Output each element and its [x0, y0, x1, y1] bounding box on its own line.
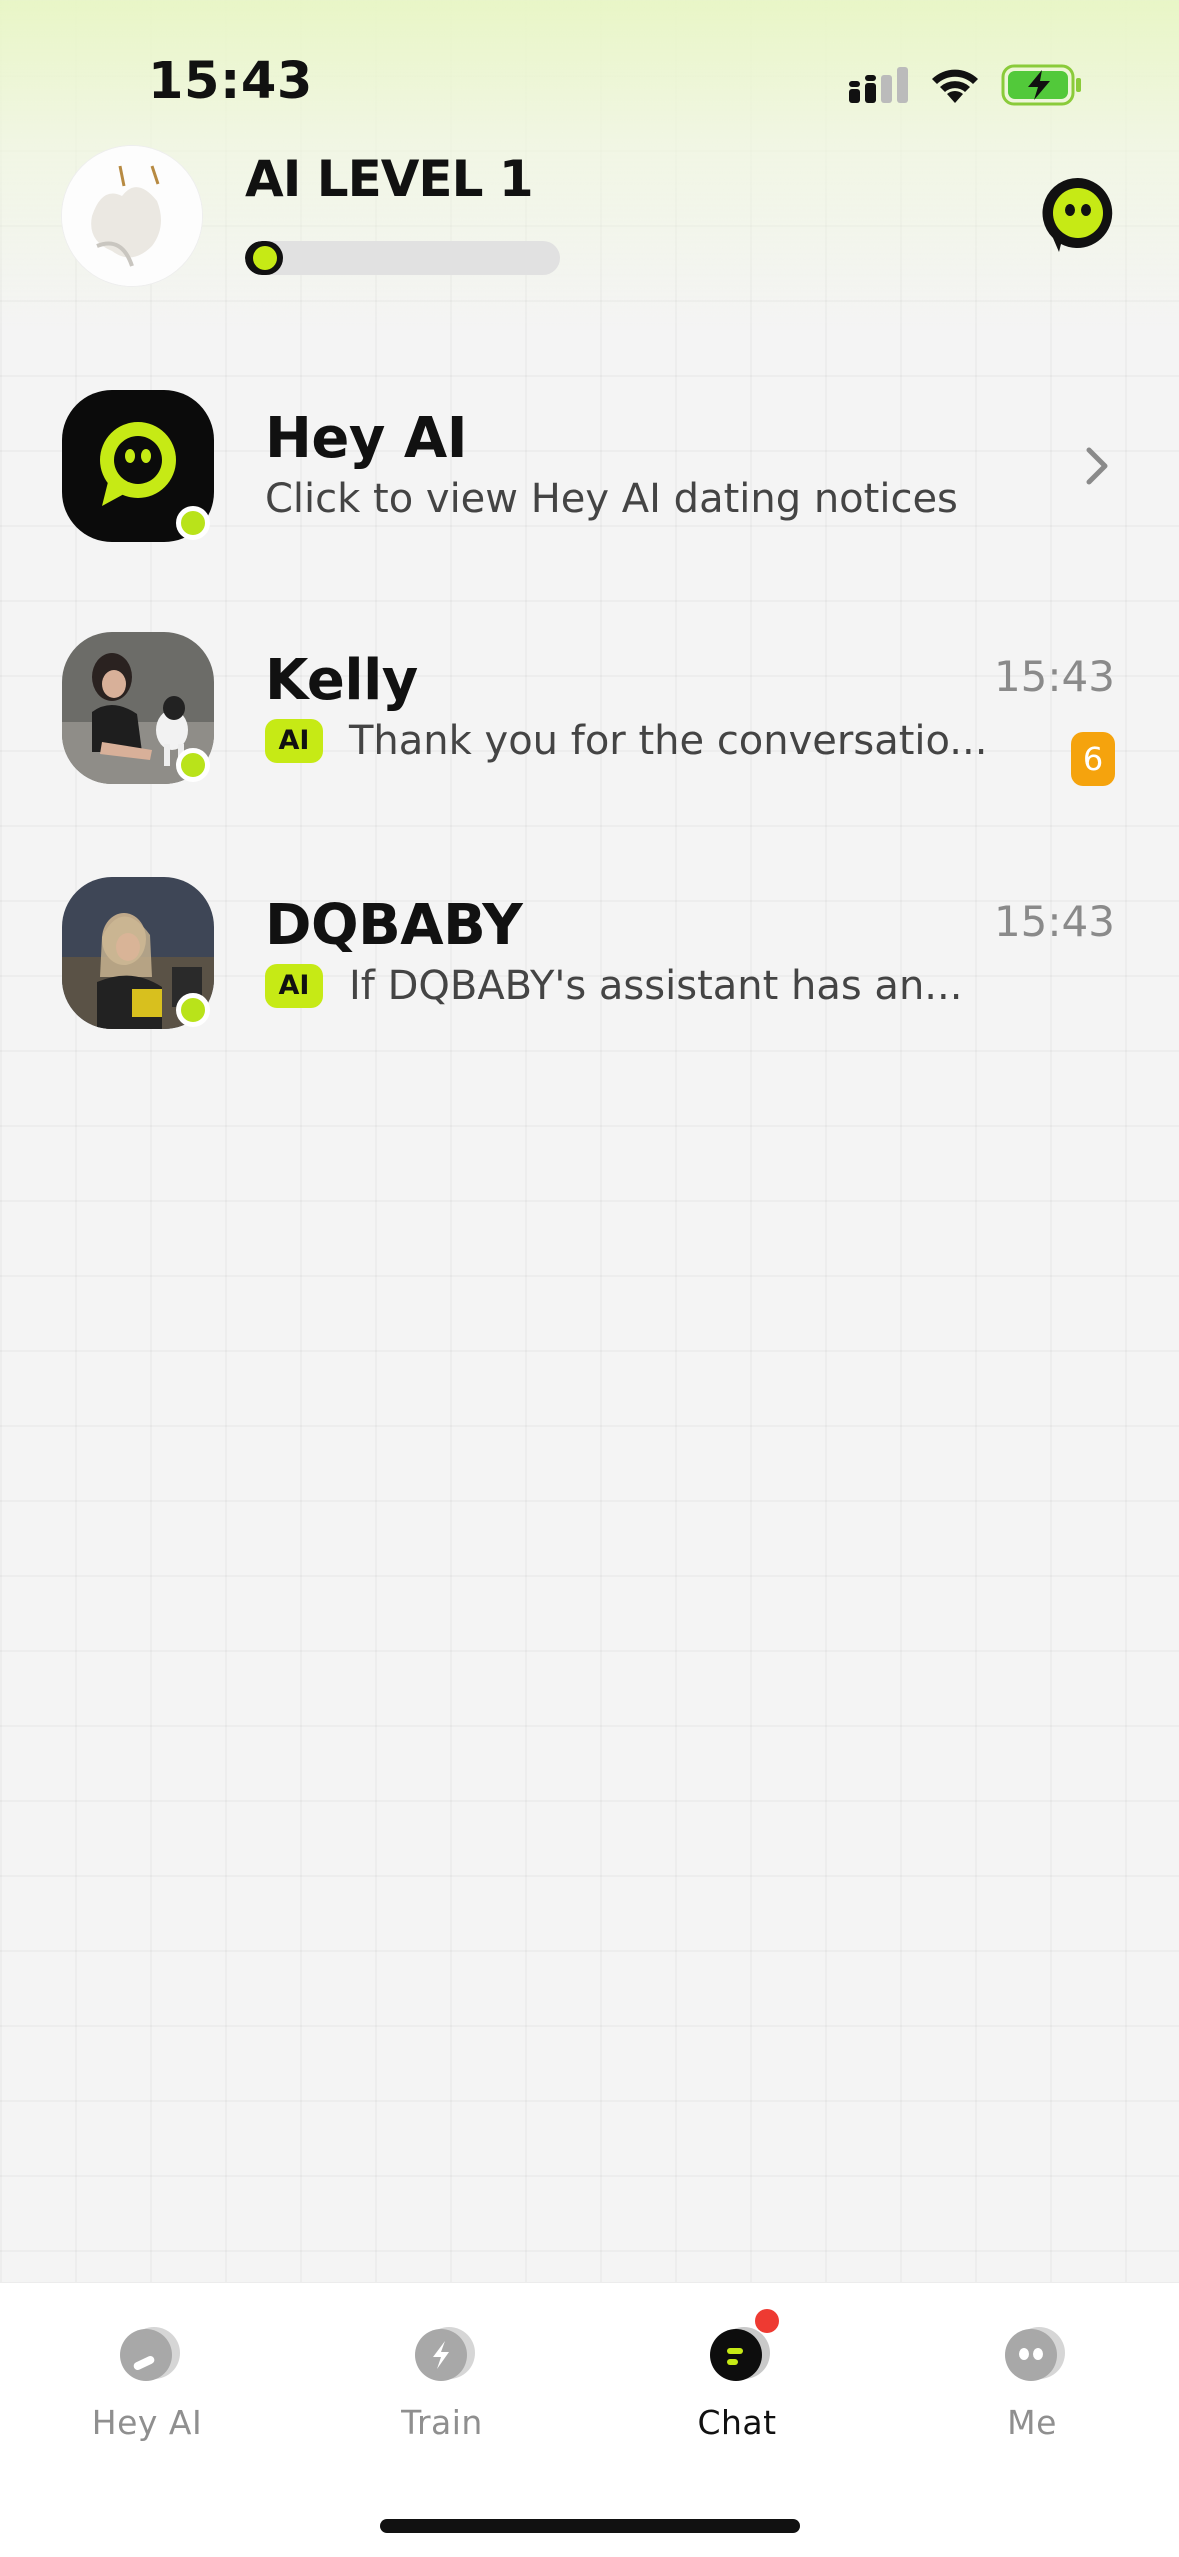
- tab-bar: Hey AI Train Chat Me: [0, 2282, 1179, 2557]
- chat-preview: AI If DQBABY's assistant has an...: [265, 963, 962, 1009]
- level-progress-fill: [245, 241, 283, 275]
- ai-badge: AI: [265, 719, 323, 763]
- chat-row-kelly[interactable]: Kelly 15:43 AI Thank you for the convers…: [0, 632, 1179, 872]
- bot-chat-icon[interactable]: [1039, 174, 1117, 254]
- chat-row-dqbaby[interactable]: DQBABY 15:43 AI If DQBABY's assistant ha…: [0, 877, 1179, 1117]
- me-icon: [1005, 2327, 1065, 2381]
- avatar-photo: [62, 146, 202, 286]
- tab-chat[interactable]: Chat: [637, 2309, 837, 2442]
- wifi-icon: [932, 69, 978, 103]
- tab-label: Me: [1007, 2403, 1057, 2442]
- home-indicator: [380, 2519, 800, 2533]
- notification-dot: [755, 2309, 779, 2333]
- level-title: AI LEVEL 1: [245, 150, 534, 208]
- progress-knob: [252, 246, 277, 270]
- chat-preview: AI Thank you for the conversatio...: [265, 718, 987, 764]
- chat-name: DQBABY: [265, 893, 523, 958]
- chat-time: 15:43: [993, 897, 1115, 946]
- tab-me[interactable]: Me: [932, 2317, 1132, 2442]
- status-icons: [849, 60, 1083, 110]
- chat-preview-text: If DQBABY's assistant has an...: [349, 963, 963, 1009]
- chevron-right-icon: [1086, 447, 1108, 485]
- chat-name: Hey AI: [265, 406, 468, 471]
- chat-preview-text: Click to view Hey AI dating notices: [265, 476, 958, 522]
- chat-preview: Click to view Hey AI dating notices: [265, 476, 958, 522]
- chat-row-hey-ai[interactable]: Hey AI Click to view Hey AI dating notic…: [0, 390, 1179, 630]
- tab-hey-ai[interactable]: Hey AI: [47, 2317, 247, 2442]
- hey-ai-icon: [120, 2327, 180, 2381]
- tab-label: Train: [401, 2403, 483, 2442]
- chat-name: Kelly: [265, 648, 418, 713]
- battery-charging-icon: [1001, 64, 1081, 106]
- tab-train[interactable]: Train: [342, 2317, 542, 2442]
- level-progress-bar: [245, 241, 560, 275]
- unread-count-badge: 6: [1071, 732, 1115, 786]
- tab-label: Hey AI: [91, 2403, 203, 2442]
- chat-preview-text: Thank you for the conversatio...: [349, 718, 988, 764]
- online-indicator: [176, 506, 210, 540]
- status-time: 15:43: [148, 52, 313, 111]
- ai-badge: AI: [265, 964, 323, 1008]
- train-icon: [415, 2327, 475, 2381]
- chat-time: 15:43: [993, 652, 1115, 701]
- online-indicator: [176, 748, 210, 782]
- online-indicator: [176, 993, 210, 1027]
- signal-icon: [849, 67, 908, 103]
- profile-avatar[interactable]: [62, 146, 202, 286]
- tab-label: Chat: [697, 2403, 777, 2442]
